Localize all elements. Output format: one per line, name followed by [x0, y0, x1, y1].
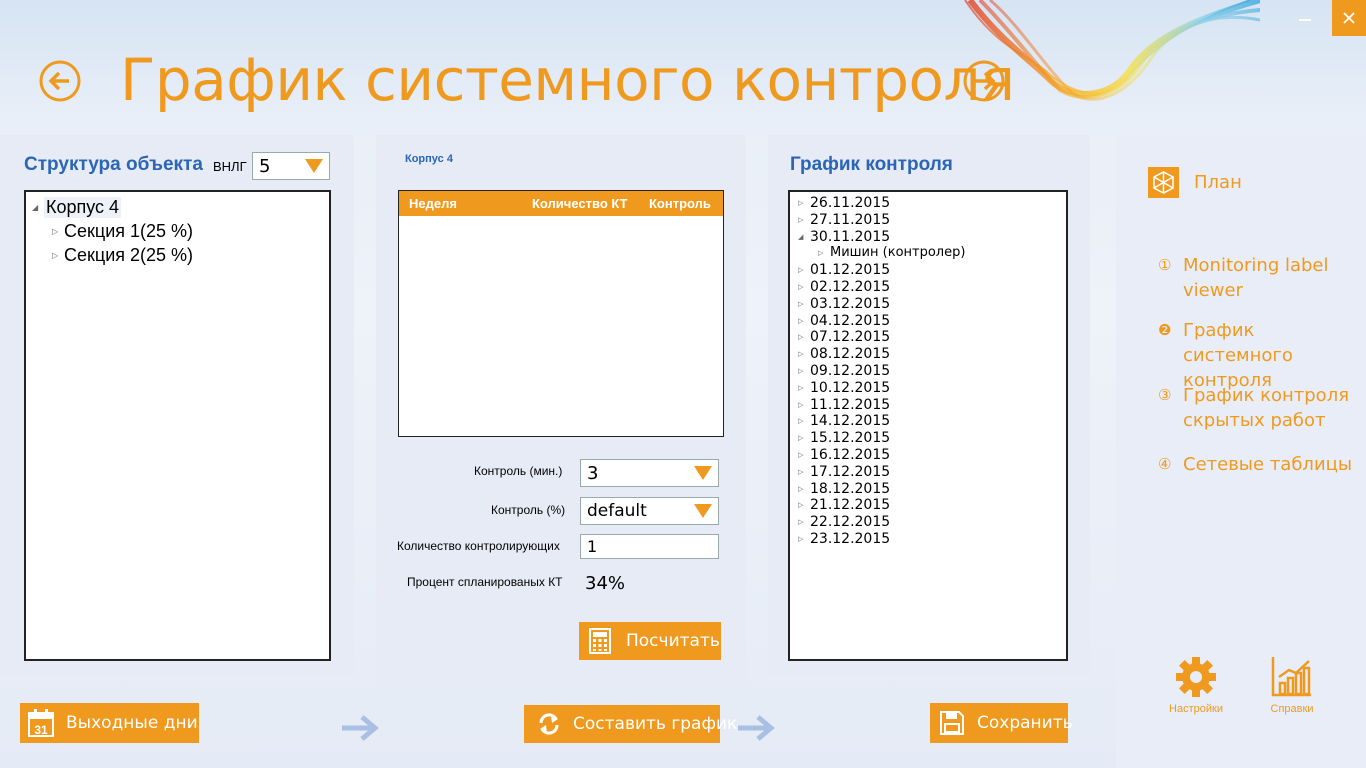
date-node[interactable]: ◢ 30.11.2015 — [798, 229, 890, 245]
calculate-button[interactable]: Посчитать — [579, 622, 721, 660]
minimize-button[interactable] — [1288, 0, 1322, 36]
weeks-grid[interactable]: Неделя Количество КТ Контроль — [398, 190, 724, 437]
flow-arrow-icon — [342, 715, 379, 741]
planned-pct-value: 34% — [585, 573, 626, 594]
gear-icon — [1176, 657, 1216, 697]
settings-button[interactable]: Настройки — [1166, 655, 1226, 720]
calendar-icon: 31 — [28, 709, 54, 737]
chevron-down-icon — [694, 504, 712, 518]
plan-link[interactable]: План — [1148, 167, 1242, 198]
collapsed-triangle-icon: ▷ — [798, 333, 804, 342]
control-min-label: Контроль (мин.) — [474, 464, 563, 478]
date-node[interactable]: ▷ 08.12.2015 — [798, 346, 890, 362]
calendar-day: 31 — [34, 723, 48, 737]
collapsed-triangle-icon: ▷ — [798, 299, 804, 308]
help-button[interactable]: Справки — [1262, 655, 1322, 720]
close-icon — [1343, 12, 1355, 24]
controllers-input[interactable]: 1 — [580, 534, 719, 559]
chevron-down-icon — [305, 159, 323, 173]
date-node[interactable]: ▷ 26.11.2015 — [798, 195, 890, 211]
collapsed-triangle-icon: ▷ — [798, 350, 804, 359]
date-node[interactable]: ▷ 17.12.2015 — [798, 464, 890, 480]
save-button[interactable]: Сохранить — [930, 703, 1073, 743]
collapsed-triangle-icon: ▷ — [798, 484, 804, 493]
nav-item-hidden-works[interactable]: ③ График контроля скрытых работ — [1158, 383, 1358, 433]
collapsed-triangle-icon: ▷ — [798, 467, 804, 476]
holidays-button[interactable]: 31 Выходные дни — [20, 703, 199, 743]
collapsed-triangle-icon: ▷ — [798, 383, 804, 392]
schedule-tree[interactable]: ▷ 26.11.2015 ▷ 27.11.2015 ◢ 30.11.2015 ▷ Мишин … — [788, 190, 1068, 661]
date-node[interactable]: ▷ 22.12.2015 — [798, 514, 890, 530]
collapsed-triangle-icon: ▷ — [798, 417, 804, 426]
plan-icon — [1148, 167, 1179, 198]
control-pct-dropdown[interactable]: default — [580, 497, 719, 525]
date-node[interactable]: ▷ 16.12.2015 — [798, 447, 890, 463]
page-title: График системного контроля — [120, 46, 1015, 114]
collapsed-triangle-icon: ▷ — [798, 501, 804, 510]
back-button[interactable] — [39, 60, 81, 102]
tree-node[interactable]: ▷ Секция 1(25 %) — [52, 221, 193, 242]
structure-title: Структура объекта — [24, 154, 203, 175]
date-node[interactable]: ▷ 27.11.2015 — [798, 212, 890, 228]
nav-item-network-tables[interactable]: ④ Сетевые таблицы — [1158, 452, 1358, 477]
date-node[interactable]: ▷ 01.12.2015 — [798, 262, 890, 278]
date-node[interactable]: ▷ 14.12.2015 — [798, 413, 890, 429]
chart-icon — [1271, 657, 1311, 697]
collapsed-triangle-icon: ▷ — [818, 248, 824, 257]
compose-schedule-button[interactable]: Составить график — [524, 705, 737, 743]
collapsed-triangle-icon: ▷ — [798, 518, 804, 527]
nav-item-system-control[interactable]: ❷ График системного контроля — [1158, 318, 1358, 393]
forward-button[interactable] — [963, 60, 1005, 102]
planned-pct-label: Процент спланированых КТ — [407, 575, 563, 589]
collapsed-triangle-icon: ▷ — [798, 199, 804, 207]
floppy-disk-icon — [940, 711, 964, 735]
date-node[interactable]: ▷ 11.12.2015 — [798, 397, 890, 413]
collapsed-triangle-icon: ▷ — [798, 316, 804, 325]
nav-item-monitoring[interactable]: ① Monitoring label viewer — [1158, 253, 1358, 303]
collapsed-triangle-icon: ▷ — [798, 266, 804, 275]
control-min-dropdown[interactable]: 3 — [580, 459, 719, 487]
refresh-icon — [539, 713, 559, 735]
column-kt-count[interactable]: Количество КТ — [532, 196, 628, 211]
date-node[interactable]: ▷ 04.12.2015 — [798, 313, 890, 329]
expanded-triangle-icon: ◢ — [32, 203, 39, 212]
schedule-title: График контроля — [790, 154, 953, 175]
date-node[interactable]: ▷ 18.12.2015 — [798, 481, 890, 497]
structure-tree[interactable]: ◢ Корпус 4 ▷ Секция 1(25 %) ▷ Секция 2(2… — [24, 190, 331, 661]
date-node[interactable]: ▷ 23.12.2015 — [798, 531, 890, 547]
controller-node[interactable]: ▷ Мишин (контролер) — [818, 245, 965, 260]
tree-node[interactable]: ▷ Секция 2(25 %) — [52, 245, 193, 266]
control-pct-label: Контроль (%) — [491, 503, 566, 517]
column-week[interactable]: Неделя — [409, 196, 457, 211]
collapsed-triangle-icon: ▷ — [798, 215, 804, 224]
flow-arrow-icon — [738, 715, 775, 741]
collapsed-triangle-icon: ▷ — [52, 251, 59, 260]
vnlg-label: ВНЛГ — [213, 159, 247, 174]
date-node[interactable]: ▷ 09.12.2015 — [798, 363, 890, 379]
collapsed-triangle-icon: ▷ — [798, 367, 804, 375]
collapsed-triangle-icon: ▷ — [798, 451, 804, 459]
collapsed-triangle-icon: ▷ — [798, 283, 804, 291]
date-node[interactable]: ▷ 21.12.2015 — [798, 497, 890, 513]
date-node[interactable]: ▷ 15.12.2015 — [798, 430, 890, 446]
expanded-triangle-icon: ◢ — [798, 232, 804, 241]
date-node[interactable]: ▷ 10.12.2015 — [798, 380, 890, 396]
date-node[interactable]: ▷ 03.12.2015 — [798, 296, 890, 312]
collapsed-triangle-icon: ▷ — [52, 227, 59, 236]
collapsed-triangle-icon: ▷ — [798, 400, 804, 409]
date-node[interactable]: ▷ 02.12.2015 — [798, 279, 890, 295]
date-node[interactable]: ▷ 07.12.2015 — [798, 329, 890, 345]
controllers-label: Количество контролирующих — [397, 539, 560, 553]
tree-node[interactable]: ◢ Корпус 4 — [32, 197, 122, 218]
collapsed-triangle-icon: ▷ — [798, 434, 804, 443]
collapsed-triangle-icon: ▷ — [798, 535, 804, 543]
building-caption: Корпус 4 — [405, 153, 453, 165]
chevron-down-icon — [694, 466, 712, 480]
column-control[interactable]: Контроль — [649, 196, 711, 211]
calculator-icon — [589, 628, 611, 654]
close-button[interactable] — [1332, 0, 1366, 36]
vnlg-dropdown[interactable]: 5 — [252, 152, 330, 180]
grid-header: Неделя Количество КТ Контроль — [399, 191, 723, 216]
